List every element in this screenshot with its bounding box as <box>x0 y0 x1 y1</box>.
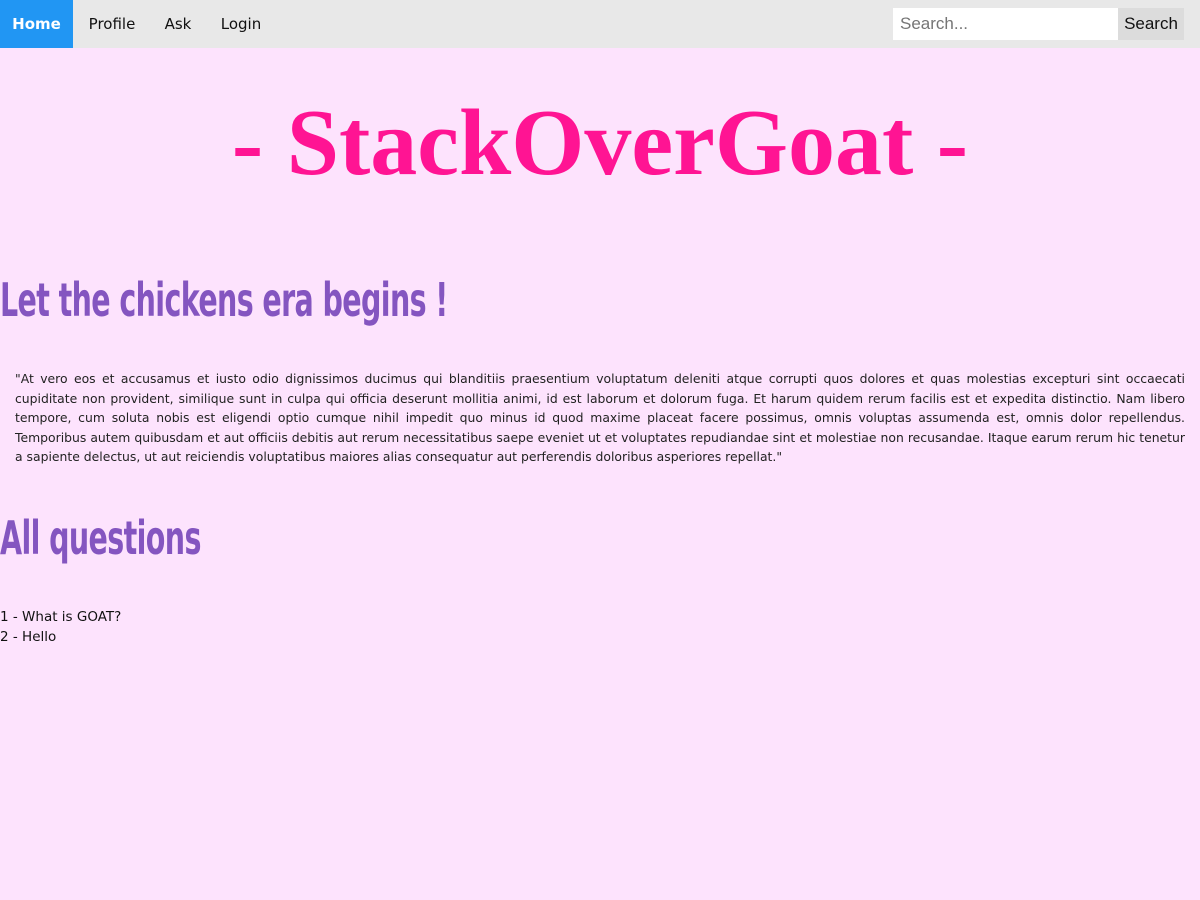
search-button[interactable]: Search <box>1118 8 1184 40</box>
question-list: 1 - What is GOAT? 2 - Hello <box>0 608 121 647</box>
nav-link-profile[interactable]: Profile <box>82 0 142 48</box>
top-navigation-bar: Home Profile Ask Login Search <box>0 0 1200 48</box>
intro-quote: "At vero eos et accusamus et iusto odio … <box>15 371 1185 465</box>
question-item-2[interactable]: 2 - Hello <box>0 628 121 648</box>
nav-link-ask[interactable]: Ask <box>158 0 198 48</box>
nav-link-home[interactable]: Home <box>0 0 73 48</box>
search-input[interactable] <box>893 8 1118 40</box>
site-title: - StackOverGoat - <box>231 91 969 195</box>
hero-heading: Let the chickens era begins ! <box>0 273 448 327</box>
questions-heading: All questions <box>0 511 201 565</box>
question-item-1[interactable]: 1 - What is GOAT? <box>0 608 121 628</box>
nav-link-login[interactable]: Login <box>214 0 268 48</box>
